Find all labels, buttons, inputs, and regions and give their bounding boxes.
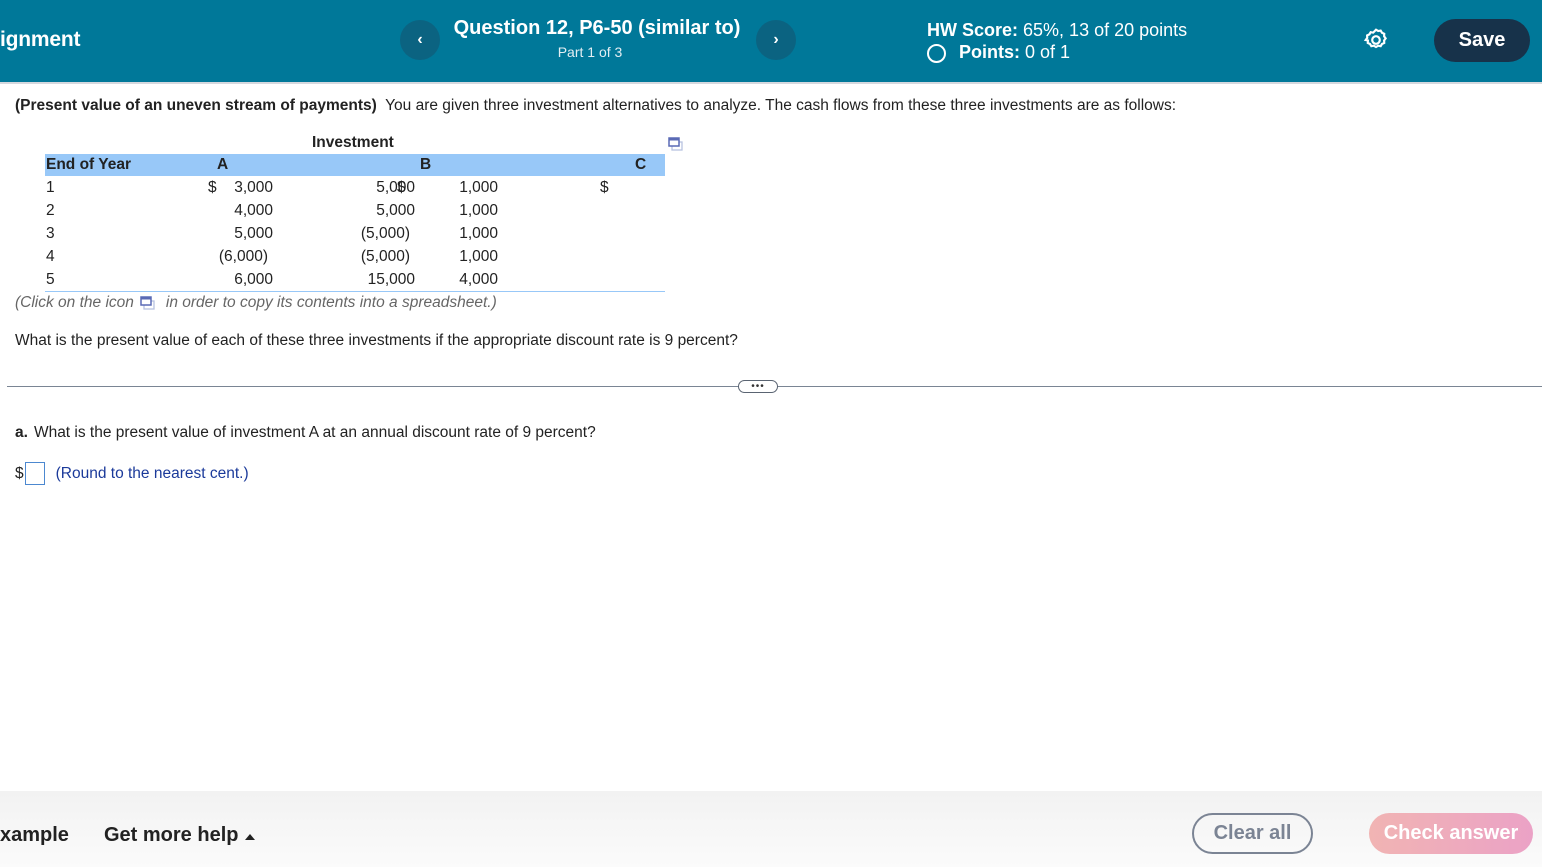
problem-topic: (Present value of an uneven stream of pa… bbox=[15, 97, 377, 114]
part-a-label: a. bbox=[15, 424, 28, 441]
cash-flow-cell-b: 1,000 bbox=[394, 222, 598, 245]
table-header-row: End of Year A B C bbox=[45, 154, 665, 176]
get-more-help-button[interactable]: Get more help bbox=[104, 824, 256, 847]
cash-flow-value: (5,000) bbox=[360, 225, 410, 242]
copy-note-after: in order to copy its contents into a spr… bbox=[165, 294, 497, 311]
cash-flow-value: 4,000 bbox=[234, 202, 273, 219]
cash-flow-value: 1,000 bbox=[459, 248, 498, 265]
year-cell: 5 bbox=[45, 268, 194, 292]
table-row: 1 $3,000 $1,000 $5,000 bbox=[45, 176, 665, 199]
problem-description: You are given three investment alternati… bbox=[385, 97, 1177, 114]
main-question: What is the present value of each of the… bbox=[15, 332, 738, 349]
column-header-a: A bbox=[194, 154, 394, 176]
cash-flow-value: 4,000 bbox=[459, 271, 498, 288]
points: Points: 0 of 1 bbox=[927, 42, 1070, 63]
hw-score-value: 65%, 13 of 20 points bbox=[1023, 20, 1188, 40]
triangle-up-icon bbox=[245, 833, 256, 840]
cash-flow-value: 1,000 bbox=[459, 225, 498, 242]
table-row: 5 6,000 4,000 15,000 bbox=[45, 268, 665, 292]
hw-score: HW Score: 65%, 13 of 20 points bbox=[927, 20, 1187, 41]
table-row: 2 4,000 1,000 5,000 bbox=[45, 199, 665, 222]
part-a-question: a. What is the present value of investmen… bbox=[15, 424, 596, 442]
get-more-help-label: Get more help bbox=[104, 824, 239, 846]
top-bar: ignment ‹ Question 12, P6-50 (similar to… bbox=[0, 0, 1542, 82]
clear-all-button[interactable]: Clear all bbox=[1192, 813, 1313, 854]
previous-question-button[interactable]: ‹ bbox=[400, 20, 440, 60]
cash-flow-value: 3,000 bbox=[234, 179, 273, 196]
cash-flow-value: (6,000) bbox=[218, 248, 268, 265]
column-header-c: C bbox=[598, 154, 665, 176]
cash-flow-cell-b: 1,000 bbox=[394, 245, 598, 268]
rounding-hint: (Round to the nearest cent.) bbox=[55, 464, 249, 482]
cash-flow-value: 6,000 bbox=[234, 271, 273, 288]
next-question-button[interactable]: › bbox=[756, 20, 796, 60]
cash-flow-value: 5,000 bbox=[234, 225, 273, 242]
copy-to-spreadsheet-icon[interactable] bbox=[668, 137, 684, 151]
currency-symbol: $ bbox=[600, 179, 609, 196]
question-part: Part 1 of 3 bbox=[557, 44, 623, 60]
cash-flow-cell-b: 4,000 bbox=[394, 268, 598, 292]
column-header-b: B bbox=[394, 154, 598, 176]
header-divider bbox=[0, 82, 1542, 84]
cash-flow-value: 1,000 bbox=[459, 179, 498, 196]
year-cell: 1 bbox=[46, 178, 55, 196]
cash-flow-value: 1,000 bbox=[459, 202, 498, 219]
currency-symbol: $ bbox=[15, 464, 24, 482]
cash-flow-cell-c: (5,000) bbox=[361, 222, 665, 245]
cash-flow-cell-b: $1,000 bbox=[394, 176, 598, 199]
gear-icon[interactable] bbox=[1363, 27, 1389, 53]
copy-to-spreadsheet-icon[interactable] bbox=[140, 296, 156, 310]
cash-flow-cell-c: 15,000 bbox=[368, 268, 665, 292]
cash-flow-cell-a: $3,000 bbox=[194, 176, 394, 199]
cash-flow-value: 5,000 bbox=[376, 179, 415, 196]
cash-flow-cell-a: 4,000 bbox=[194, 199, 394, 222]
cash-flow-cell-c: $5,000 bbox=[376, 176, 665, 199]
present-value-a-input[interactable] bbox=[24, 462, 45, 485]
view-example-link[interactable]: xample bbox=[0, 824, 69, 847]
problem-intro: (Present value of an uneven stream of pa… bbox=[15, 97, 1176, 115]
copy-instructions: (Click on the icon in order to copy its … bbox=[15, 294, 497, 312]
cash-flow-cell-a: 6,000 bbox=[194, 268, 394, 292]
cash-flow-value: (5,000) bbox=[360, 248, 410, 265]
hw-score-label: HW Score: bbox=[927, 20, 1019, 40]
column-header-year: End of Year bbox=[45, 154, 194, 176]
question-title: Question 12, P6-50 (similar to) bbox=[453, 17, 741, 39]
table-row: 3 5,000 1,000 (5,000) bbox=[45, 222, 665, 245]
cash-flow-cell-b: 1,000 bbox=[394, 199, 598, 222]
part-a-text: What is the present value of investment … bbox=[33, 424, 596, 441]
status-circle-icon bbox=[927, 44, 946, 63]
copy-note-before: (Click on the icon bbox=[15, 294, 134, 311]
cash-flow-value: 15,000 bbox=[367, 271, 415, 288]
table-title: Investment bbox=[312, 134, 394, 151]
check-answer-button[interactable]: Check answer bbox=[1369, 813, 1533, 854]
cash-flow-value: 5,000 bbox=[376, 202, 415, 219]
year-cell: 2 bbox=[46, 201, 55, 219]
year-cell: 3 bbox=[46, 224, 55, 242]
assignment-title: ignment bbox=[0, 28, 81, 51]
cash-flow-cell-c: (5,000) bbox=[361, 245, 665, 268]
year-cell: 4 bbox=[46, 247, 55, 265]
table-row: 4 (6,000) 1,000 (5,000) bbox=[45, 245, 665, 268]
cash-flow-cell-c: 5,000 bbox=[376, 199, 665, 222]
expand-more-button[interactable]: ••• bbox=[738, 380, 778, 393]
chevron-left-icon: ‹ bbox=[417, 31, 423, 48]
currency-symbol: $ bbox=[208, 179, 217, 196]
cash-flow-table: End of Year A B C 1 $3,000 $1,000 $5,000 2 4,… bbox=[45, 154, 665, 292]
answer-row: $ (Round to the nearest cent.) bbox=[15, 462, 249, 485]
save-button[interactable]: Save bbox=[1434, 19, 1530, 62]
points-value: 0 of 1 bbox=[1025, 42, 1071, 62]
points-label: Points: bbox=[959, 42, 1020, 62]
chevron-right-icon: › bbox=[773, 31, 779, 48]
